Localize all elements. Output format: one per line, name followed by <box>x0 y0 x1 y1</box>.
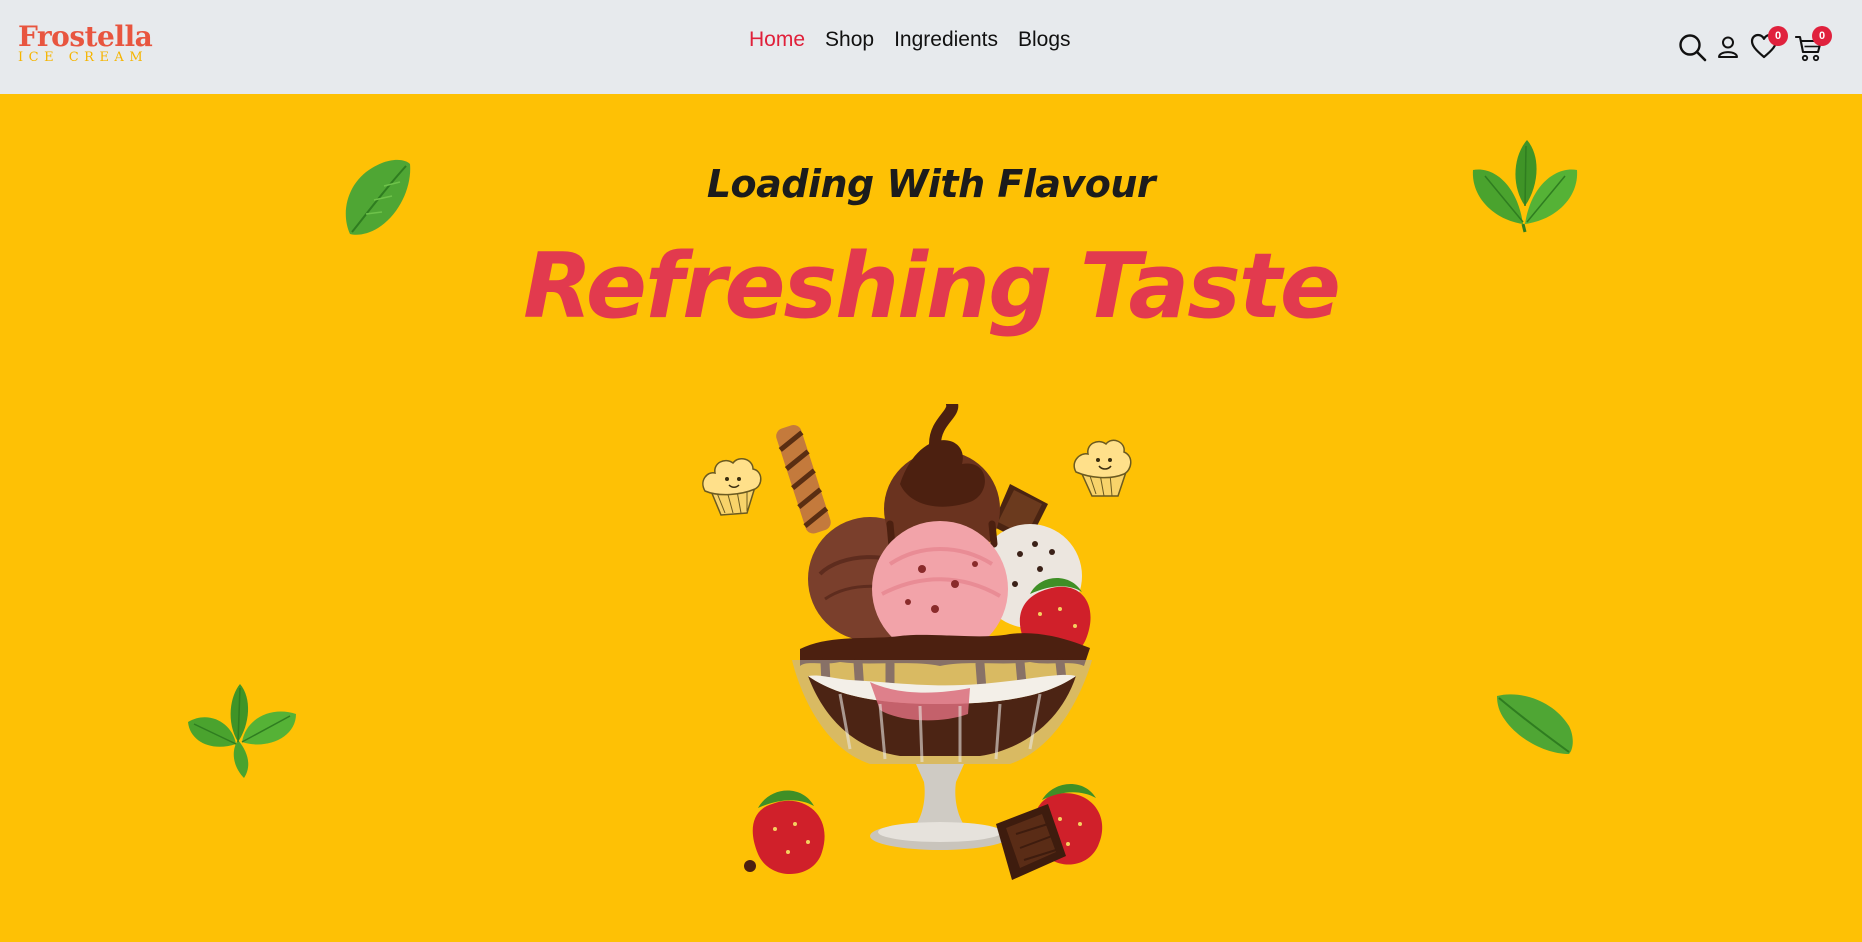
nav-blogs-link[interactable]: Blogs <box>1018 26 1071 54</box>
search-button[interactable] <box>1678 33 1708 67</box>
mint-leaf-icon <box>1472 140 1578 233</box>
account-button[interactable] <box>1717 35 1739 63</box>
cart-count-badge: 0 <box>1812 26 1832 46</box>
hero-headline: Refreshing Taste <box>523 234 1341 339</box>
logo-subtitle: ICE CREAM <box>18 50 149 65</box>
site-header: Frostella ICE CREAM Home Shop Ingredient… <box>0 0 1862 94</box>
user-icon <box>1718 36 1738 58</box>
logo-name: Frostella <box>18 20 153 53</box>
search-icon <box>1679 34 1707 62</box>
hero-banner: Loading With Flavour Refreshing Taste <box>0 94 1862 942</box>
mint-leaf-icon <box>345 159 411 235</box>
ice-cream-sundae-image <box>744 404 1103 880</box>
mint-leaf-icon <box>1497 694 1573 754</box>
strawberry <box>752 790 825 875</box>
main-nav: Home Shop Ingredients Blogs <box>749 26 1071 54</box>
nav-home-link[interactable]: Home <box>749 26 805 54</box>
wafer-stick <box>776 424 831 534</box>
logo[interactable]: Frostella ICE CREAM <box>18 20 153 65</box>
wishlist-count-badge: 0 <box>1768 26 1788 46</box>
mint-leaf-icon <box>188 684 296 778</box>
nav-ingredients-link[interactable]: Ingredients <box>894 26 998 54</box>
nav-shop-link[interactable]: Shop <box>825 26 874 54</box>
header-icons: 0 0 <box>1632 0 1862 94</box>
